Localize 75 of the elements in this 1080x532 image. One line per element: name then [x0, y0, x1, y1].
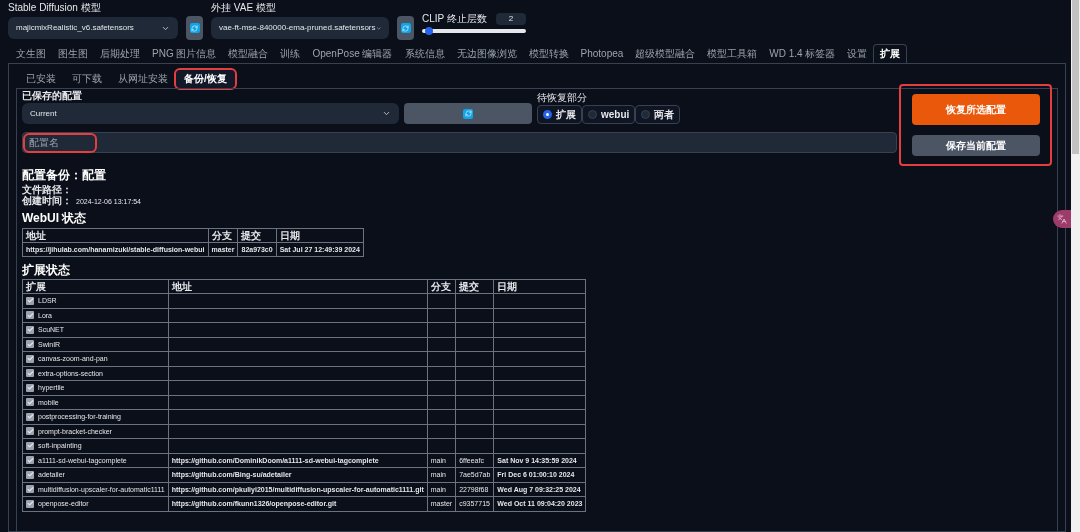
sub-tab[interactable]: 可下载 — [64, 70, 110, 88]
checkbox[interactable] — [26, 412, 34, 421]
main-tab[interactable]: 模型融合 — [222, 44, 275, 63]
main-tab[interactable]: Photopea — [574, 44, 630, 63]
main-tab[interactable]: 后期处理 — [94, 44, 146, 63]
checkbox[interactable] — [26, 340, 34, 349]
config-name-field[interactable]: 配置名 — [22, 132, 897, 153]
model-dropdown[interactable]: majicmixRealistic_v6.safetensors — [8, 17, 178, 39]
main-tab[interactable]: 无边图像浏览 — [450, 44, 523, 63]
checkbox[interactable] — [26, 441, 34, 450]
column-header: 扩展 — [26, 280, 46, 292]
translate-button[interactable] — [1053, 210, 1071, 228]
time-label: 创建时间： — [22, 196, 72, 206]
model-dropdown[interactable]: Current — [22, 103, 399, 124]
checkbox[interactable] — [26, 470, 34, 479]
main-tab[interactable]: 图生图 — [52, 44, 94, 63]
checkbox[interactable] — [26, 354, 34, 363]
path-label: 文件路径： — [22, 185, 73, 195]
radio-option[interactable]: 扩展 — [537, 105, 582, 124]
checkbox[interactable] — [26, 383, 34, 392]
main-tab[interactable]: 超级模型融合 — [629, 44, 702, 63]
refresh-button[interactable] — [397, 16, 414, 40]
main-tab[interactable]: 模型转换 — [522, 44, 575, 63]
number-input[interactable]: 2 — [496, 13, 526, 25]
report-title: 配置备份：配置 — [22, 169, 107, 181]
radio-option[interactable]: 两者 — [635, 105, 681, 124]
refresh-icon — [400, 23, 411, 33]
main-tab[interactable]: 设置 — [841, 44, 874, 63]
checkbox[interactable] — [26, 427, 34, 436]
column-header: 日期 — [279, 229, 300, 241]
column-header: 分支 — [211, 229, 232, 241]
main-tab[interactable]: 训练 — [274, 44, 307, 63]
section-heading: 扩展状态 — [22, 264, 71, 276]
field-label: 已保存的配置 — [22, 91, 83, 103]
main-tab[interactable]: 扩展 — [873, 44, 908, 63]
restore-button[interactable]: 恢复所选配置 — [911, 94, 1040, 125]
checkbox[interactable] — [26, 296, 34, 305]
main-tab[interactable]: PNG 图片信息 — [146, 44, 223, 63]
column-header: 日期 — [497, 280, 518, 292]
checkbox[interactable] — [26, 311, 34, 320]
slider-thumb[interactable] — [425, 27, 434, 35]
main-tab[interactable]: WD 1.4 标签器 — [763, 44, 842, 63]
save-button[interactable]: 保存当前配置 — [911, 135, 1040, 156]
column-header: 分支 — [430, 280, 451, 292]
sub-tab[interactable]: 备份/恢复 — [176, 70, 235, 88]
field-label: 外挂 VAE 模型 — [211, 3, 277, 15]
field-label: 待恢复部分 — [537, 93, 588, 105]
section-heading: WebUI 状态 — [22, 212, 88, 224]
column-header: 提交 — [459, 280, 480, 292]
column-header: 提交 — [241, 229, 262, 241]
sub-tab[interactable]: 已安装 — [18, 70, 64, 88]
checkbox[interactable] — [26, 369, 34, 378]
checkbox[interactable] — [26, 499, 34, 508]
checkbox[interactable] — [26, 485, 34, 494]
radio-option[interactable]: webui — [582, 105, 636, 124]
column-header: 地址 — [171, 280, 192, 292]
model-dropdown[interactable]: vae-ft-mse-840000-ema-pruned.safetensors — [211, 17, 389, 39]
dropdown-caret-icon — [382, 109, 391, 118]
checkbox[interactable] — [26, 456, 34, 465]
field-label: CLIP 终止层数 — [422, 14, 487, 24]
main-tab[interactable]: OpenPose 编辑器 — [306, 44, 399, 63]
main-tab[interactable]: 模型工具箱 — [701, 44, 764, 63]
sub-tab[interactable]: 从网址安装 — [110, 70, 176, 88]
checkbox[interactable] — [26, 325, 34, 334]
main-tab[interactable]: 文生图 — [10, 44, 52, 63]
column-header: 地址 — [26, 229, 46, 241]
translate-icon — [1057, 214, 1067, 224]
refresh-icon — [189, 23, 200, 33]
refresh-button[interactable] — [186, 16, 203, 40]
field-label: Stable Diffusion 模型 — [8, 3, 102, 15]
slider-track[interactable] — [422, 29, 526, 33]
refresh-icon — [463, 108, 473, 119]
checkbox[interactable] — [26, 398, 34, 407]
scrollbar[interactable] — [1071, 0, 1080, 532]
main-tab[interactable]: 系统信息 — [398, 44, 451, 63]
